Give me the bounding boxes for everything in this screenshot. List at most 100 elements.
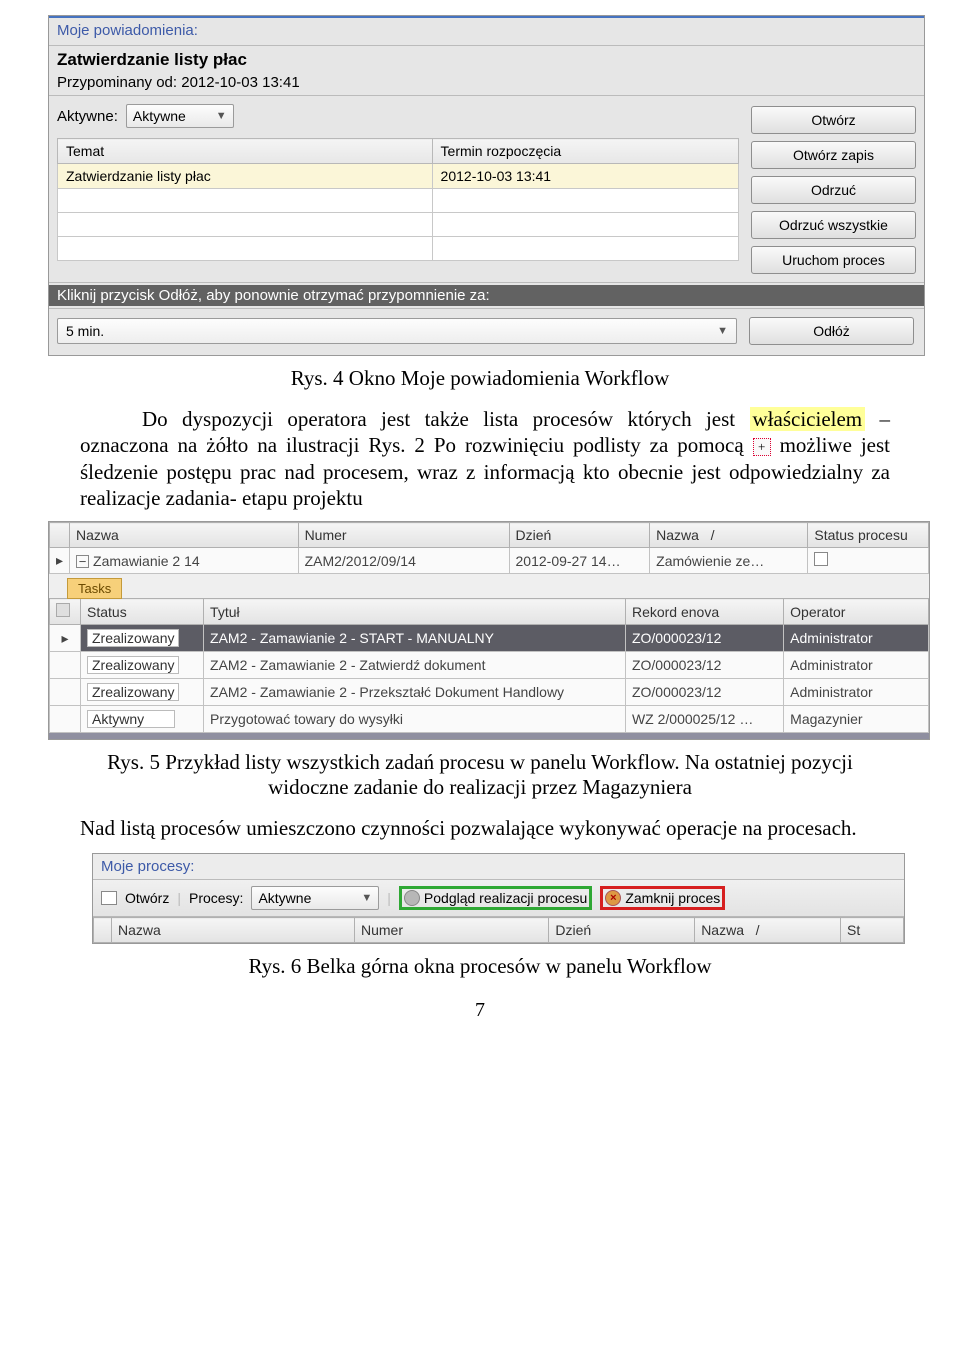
col-nazwa2[interactable]: Nazwa / — [695, 918, 841, 943]
processes-grid-header: Nazwa Numer Dzień Nazwa / St — [93, 917, 904, 943]
reject-button[interactable]: Odrzuć — [751, 176, 916, 204]
cell-status-checkbox — [808, 548, 929, 574]
cell-rekord: ZO/000023/12 — [625, 625, 783, 652]
cell-rekord: WZ 2/000025/12 … — [625, 706, 783, 733]
cell-subject: Zatwierdzanie listy płac — [58, 164, 433, 189]
row-marker-header — [94, 918, 112, 943]
toolbar-open[interactable]: Otwórz — [125, 890, 169, 906]
subcol-status[interactable]: Status — [81, 599, 204, 625]
cell-nazwa2: Zamówienie ze… — [650, 548, 808, 574]
cell-tytul: ZAM2 - Zamawianie 2 - Przekształć Dokume… — [204, 679, 626, 706]
my-processes-header: Moje procesy: — [93, 854, 904, 880]
subcol-tytul[interactable]: Tytuł — [204, 599, 626, 625]
active-dropdown[interactable]: Aktywne ▼ — [126, 104, 234, 128]
task-row[interactable]: ▸ZrealizowanyZAM2 - Zamawianie 2 - START… — [50, 625, 929, 652]
task-row[interactable]: ZrealizowanyZAM2 - Zamawianie 2 - Przeks… — [50, 679, 929, 706]
open-button[interactable]: Otwórz — [751, 106, 916, 134]
process-grid: Nazwa Numer Dzień Nazwa / Status procesu… — [49, 522, 929, 574]
notifications-table: Temat Termin rozpoczęcia Zatwierdzanie l… — [57, 138, 739, 261]
page-number: 7 — [0, 999, 960, 1022]
row-marker: ▸ — [50, 625, 81, 652]
processes-toolbar-screenshot: Moje procesy: Otwórz | Procesy: Aktywne … — [92, 853, 905, 944]
cell-operator: Magazynier — [784, 706, 929, 733]
divider — [49, 45, 924, 46]
divider — [49, 95, 924, 96]
status-checkbox[interactable] — [814, 552, 828, 566]
reject-all-button[interactable]: Odrzuć wszystkie — [751, 211, 916, 239]
table-row[interactable] — [58, 213, 739, 237]
col-nazwa[interactable]: Nazwa — [70, 523, 299, 548]
subcol-operator[interactable]: Operator — [784, 599, 929, 625]
cell-status: Aktywny — [81, 706, 204, 733]
subcol-rekord[interactable]: Rekord enova — [625, 599, 783, 625]
procesy-label: Procesy: — [189, 890, 243, 906]
preview-label: Podgląd realizacji procesu — [424, 890, 587, 906]
close-process-button[interactable]: × Zamknij proces — [600, 886, 725, 910]
active-label: Aktywne: — [57, 108, 118, 125]
row-marker-header — [50, 523, 70, 548]
notifications-window: Moje powiadomienia: Zatwierdzanie listy … — [48, 15, 925, 356]
chevron-down-icon: ▼ — [717, 325, 728, 337]
task-row[interactable]: AktywnyPrzygotować towary do wysyłkiWZ 2… — [50, 706, 929, 733]
postpone-value: 5 min. — [66, 323, 104, 339]
processes-toolbar: Otwórz | Procesy: Aktywne ▼ | Podgląd re… — [93, 880, 904, 917]
para1-part-a: Do dyspozycji operatora jest także lista… — [142, 407, 750, 431]
cell-tytul: ZAM2 - Zamawianie 2 - Zatwierdź dokument — [204, 652, 626, 679]
highlight-owner: właścicielem — [750, 407, 866, 431]
divider — [49, 308, 924, 309]
cell-tytul: Przygotować towary do wysyłki — [204, 706, 626, 733]
row-marker — [50, 679, 81, 706]
gear-icon — [404, 890, 420, 906]
procesy-value: Aktywne — [258, 890, 311, 906]
notification-subject: Zatwierdzanie listy płac — [49, 48, 924, 72]
cell-status: Zrealizowany — [81, 625, 204, 652]
preview-process-button[interactable]: Podgląd realizacji procesu — [399, 886, 592, 910]
run-process-button[interactable]: Uruchom proces — [751, 246, 916, 274]
magnifier-icon — [56, 603, 70, 617]
col-subject[interactable]: Temat — [58, 139, 433, 164]
table-row[interactable] — [58, 237, 739, 261]
chevron-down-icon: ▼ — [361, 892, 372, 904]
collapse-icon[interactable]: − — [76, 555, 89, 568]
reminded-from: Przypominany od: 2012-10-03 13:41 — [49, 72, 924, 93]
cell-start-date: 2012-10-03 13:41 — [432, 164, 738, 189]
open-record-button[interactable]: Otwórz zapis — [751, 141, 916, 169]
procesy-dropdown[interactable]: Aktywne ▼ — [251, 886, 379, 910]
notifications-header: Moje powiadomienia: — [49, 18, 924, 43]
caption-fig4: Rys. 4 Okno Moje powiadomienia Workflow — [0, 366, 960, 391]
row-marker — [50, 652, 81, 679]
cell-status: Zrealizowany — [81, 679, 204, 706]
sub-row-marker — [50, 599, 81, 625]
col-dzien[interactable]: Dzień — [549, 918, 695, 943]
separator: | — [177, 890, 181, 906]
bottom-border — [49, 733, 929, 739]
cell-numer: ZAM2/2012/09/14 — [298, 548, 509, 574]
active-dropdown-value: Aktywne — [133, 108, 186, 124]
task-row[interactable]: ZrealizowanyZAM2 - Zamawianie 2 - Zatwie… — [50, 652, 929, 679]
col-status-procesu[interactable]: Status procesu — [808, 523, 929, 548]
cell-operator: Administrator — [784, 679, 929, 706]
col-st[interactable]: St — [840, 918, 903, 943]
table-row[interactable] — [58, 189, 739, 213]
process-row[interactable]: ▸ −Zamawianie 2 14 ZAM2/2012/09/14 2012-… — [50, 548, 929, 574]
document-icon — [101, 891, 117, 905]
row-marker-icon: ▸ — [50, 548, 70, 574]
cell-status: Zrealizowany — [81, 652, 204, 679]
postpone-dropdown[interactable]: 5 min. ▼ — [57, 318, 737, 344]
expand-plus-icon: + — [753, 438, 771, 456]
col-numer[interactable]: Numer — [298, 523, 509, 548]
postpone-button[interactable]: Odłóż — [749, 317, 914, 345]
tasks-tab[interactable]: Tasks — [67, 578, 122, 599]
close-label: Zamknij proces — [625, 890, 720, 906]
col-nazwa[interactable]: Nazwa — [112, 918, 355, 943]
col-start-date[interactable]: Termin rozpoczęcia — [432, 139, 738, 164]
col-numer[interactable]: Numer — [355, 918, 549, 943]
table-row[interactable]: Zatwierdzanie listy płac 2012-10-03 13:4… — [58, 164, 739, 189]
cell-operator: Administrator — [784, 625, 929, 652]
paragraph-2: Nad listą procesów umieszczono czynności… — [80, 815, 890, 841]
col-dzien[interactable]: Dzień — [509, 523, 650, 548]
caption-fig5: Rys. 5 Przykład listy wszystkich zadań p… — [0, 750, 960, 800]
postpone-label: Kliknij przycisk Odłóż, aby ponownie otr… — [49, 285, 924, 306]
process-list-screenshot: Nazwa Numer Dzień Nazwa / Status procesu… — [48, 521, 930, 740]
col-nazwa2[interactable]: Nazwa / — [650, 523, 808, 548]
